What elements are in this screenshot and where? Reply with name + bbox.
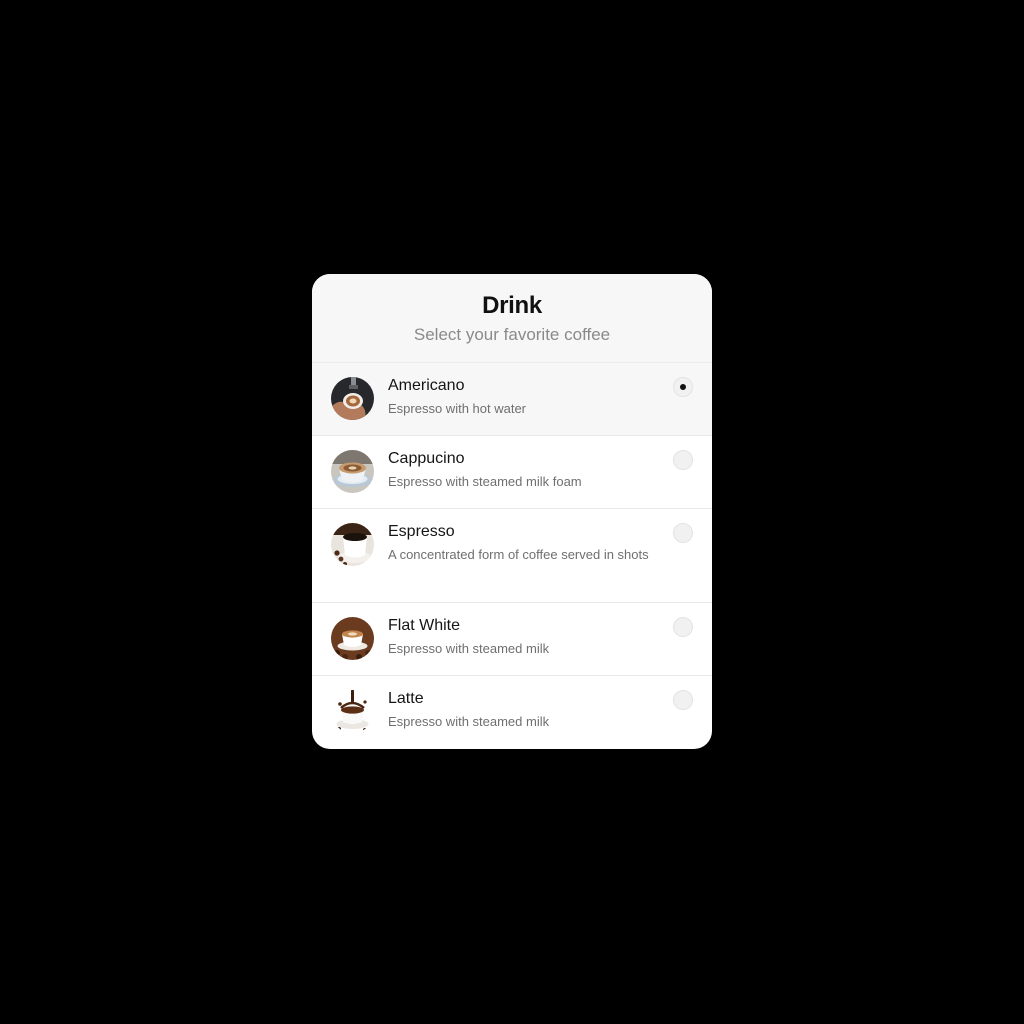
radio-button-cappucino[interactable]: [673, 450, 693, 470]
option-description: Espresso with steamed milk: [388, 641, 550, 656]
option-latte[interactable]: Latte Espresso with steamed milk: [312, 676, 712, 749]
radio-button-espresso[interactable]: [673, 523, 693, 543]
option-text: Espresso A concentrated form of coffee s…: [388, 521, 650, 565]
option-cappucino[interactable]: Cappucino Espresso with steamed milk foa…: [312, 436, 712, 509]
option-text: Americano Espresso with hot water: [388, 375, 650, 419]
option-espresso[interactable]: Espresso A concentrated form of coffee s…: [312, 509, 712, 603]
cappucino-thumbnail: [331, 450, 374, 493]
drink-selection-card: Drink Select your favorite coffee Americ…: [312, 274, 712, 749]
option-description: Espresso with hot water: [388, 401, 527, 416]
option-name: Espresso: [388, 523, 455, 540]
option-name: Latte: [388, 690, 424, 707]
option-description: Espresso with steamed milk: [388, 714, 550, 729]
espresso-thumbnail: [331, 523, 374, 566]
radio-button-latte[interactable]: [673, 690, 693, 710]
option-text: Latte Espresso with steamed milk: [388, 688, 650, 732]
card-title: Drink: [482, 292, 542, 319]
option-description: Espresso with steamed milk foam: [388, 474, 582, 489]
radio-button-flat-white[interactable]: [673, 617, 693, 637]
card-subtitle: Select your favorite coffee: [413, 325, 611, 344]
latte-thumbnail: [331, 690, 374, 733]
radio-button-americano[interactable]: [673, 377, 693, 397]
option-flat-white[interactable]: Flat White Espresso with steamed milk: [312, 603, 712, 676]
option-name: Americano: [388, 377, 465, 394]
card-header: Drink Select your favorite coffee: [312, 274, 712, 363]
option-name: Cappucino: [388, 450, 465, 467]
option-name: Flat White: [388, 617, 461, 634]
option-text: Cappucino Espresso with steamed milk foa…: [388, 448, 650, 492]
option-text: Flat White Espresso with steamed milk: [388, 615, 650, 659]
radio-selected-dot: [680, 384, 686, 390]
option-description: A concentrated form of coffee served in …: [388, 547, 649, 562]
americano-thumbnail: [331, 377, 374, 420]
option-americano[interactable]: Americano Espresso with hot water: [312, 363, 712, 436]
flat-white-thumbnail: [331, 617, 374, 660]
